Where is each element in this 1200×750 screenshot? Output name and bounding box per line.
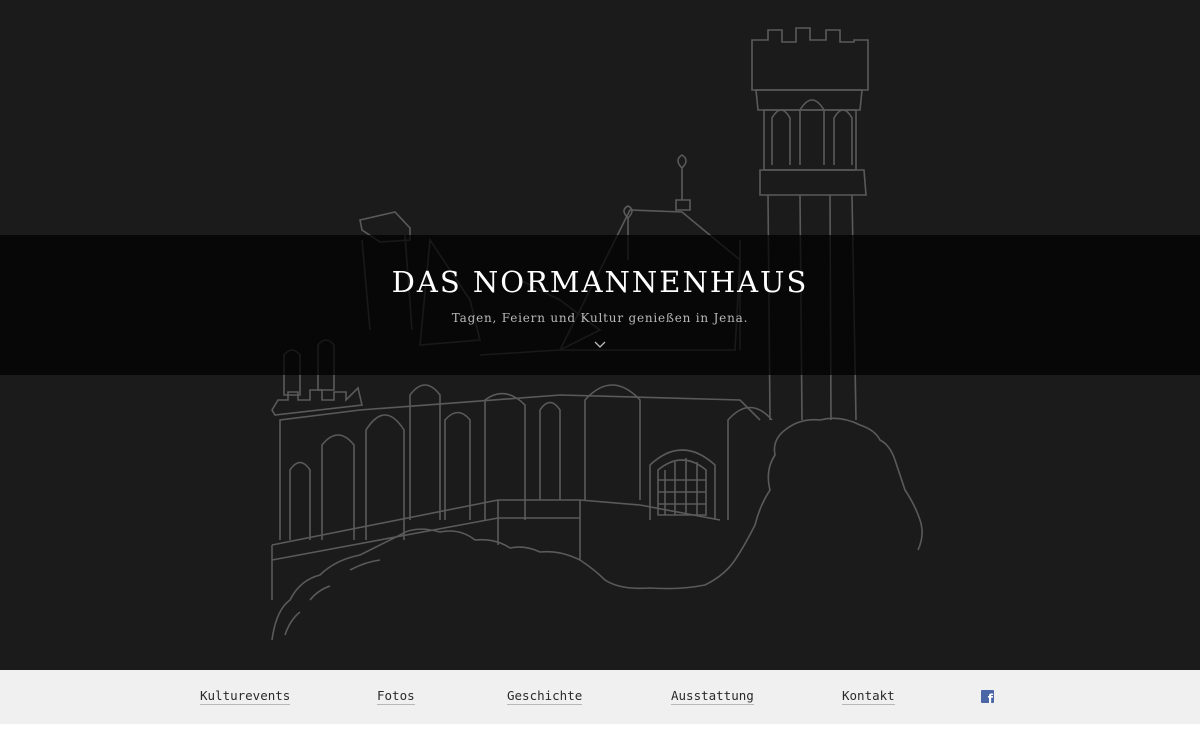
hero-section: DAS NORMANNENHAUS Tagen, Feiern und Kult…: [0, 0, 1200, 670]
facebook-icon[interactable]: f: [981, 690, 994, 706]
nav-link-kontakt[interactable]: Kontakt: [842, 688, 895, 705]
nav-link-geschichte[interactable]: Geschichte: [507, 688, 583, 705]
nav-link-fotos[interactable]: Fotos: [377, 688, 415, 705]
chevron-down-icon[interactable]: [592, 339, 608, 351]
main-navigation: Kulturevents Fotos Geschichte Ausstattun…: [0, 670, 1200, 724]
title-band: [0, 235, 1200, 375]
facebook-glyph: f: [987, 692, 993, 706]
page-title: DAS NORMANNENHAUS: [391, 265, 809, 299]
nav-link-ausstattung[interactable]: Ausstattung: [671, 688, 754, 705]
page-subtitle: Tagen, Feiern und Kultur genießen in Jen…: [451, 311, 749, 325]
nav-link-kulturevents[interactable]: Kulturevents: [200, 688, 291, 705]
